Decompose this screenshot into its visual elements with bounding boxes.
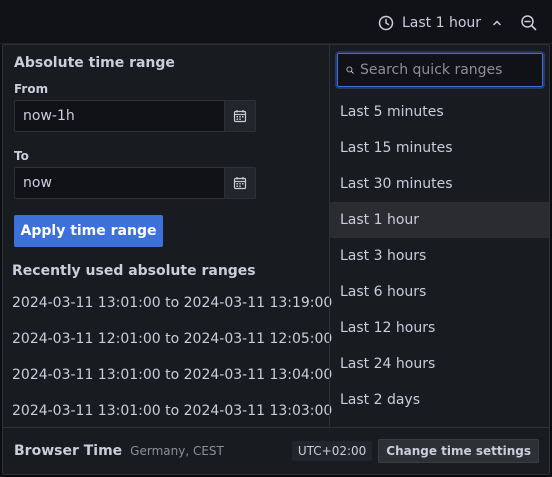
calendar-icon — [233, 110, 247, 123]
quick-ranges-search — [337, 53, 543, 87]
change-time-settings-button[interactable]: Change time settings — [378, 439, 539, 463]
from-field — [14, 100, 256, 132]
quick-ranges-pane: Last 5 minutes Last 15 minutes Last 30 m… — [329, 45, 549, 427]
search-icon — [346, 66, 354, 74]
chevron-up-icon — [493, 20, 501, 26]
clock-icon — [378, 15, 394, 31]
to-label: To — [14, 149, 29, 163]
from-label: From — [14, 82, 49, 96]
recent-range-item[interactable]: 2024-03-11 13:01:00 to 2024-03-11 13:04:… — [12, 357, 332, 393]
to-field — [14, 167, 256, 199]
utc-offset-badge: UTC+02:00 — [291, 441, 373, 461]
absolute-range-pane: Absolute time range From To — [3, 45, 332, 429]
quick-range-item[interactable]: Last 30 minutes — [330, 166, 549, 202]
time-picker-button[interactable]: Last 1 hour — [370, 8, 510, 38]
recent-ranges-list: 2024-03-11 13:01:00 to 2024-03-11 13:19:… — [12, 285, 332, 429]
to-calendar-button[interactable] — [224, 167, 256, 199]
time-picker-label: Last 1 hour — [402, 15, 482, 31]
quick-ranges-search-input[interactable] — [360, 62, 534, 78]
calendar-icon — [233, 177, 247, 190]
from-calendar-button[interactable] — [224, 100, 256, 132]
quick-range-item[interactable]: Last 5 minutes — [330, 94, 549, 130]
recent-ranges-title: Recently used absolute ranges — [12, 263, 256, 279]
recent-range-item[interactable]: 2024-03-11 13:01:00 to 2024-03-11 13:03:… — [12, 393, 332, 429]
recent-range-item[interactable]: 2024-03-11 12:01:00 to 2024-03-11 12:05:… — [12, 321, 332, 357]
quick-ranges-list: Last 5 minutes Last 15 minutes Last 30 m… — [330, 94, 549, 418]
timezone-name: Germany, CEST — [130, 444, 224, 458]
zoom-out-button[interactable] — [518, 12, 540, 34]
quick-range-item[interactable]: Last 12 hours — [330, 310, 549, 346]
quick-range-item[interactable]: Last 15 minutes — [330, 130, 549, 166]
absolute-range-title: Absolute time range — [14, 55, 175, 71]
quick-range-item[interactable]: Last 24 hours — [330, 346, 549, 382]
apply-time-range-button[interactable]: Apply time range — [14, 215, 163, 247]
top-toolbar: Last 1 hour — [0, 0, 552, 44]
quick-range-item[interactable]: Last 6 hours — [330, 274, 549, 310]
recent-range-item[interactable]: 2024-03-11 13:01:00 to 2024-03-11 13:19:… — [12, 285, 332, 321]
quick-range-item[interactable]: Last 2 days — [330, 382, 549, 418]
time-range-popover: Absolute time range From To — [2, 44, 550, 475]
from-input[interactable] — [14, 100, 224, 132]
to-input[interactable] — [14, 167, 224, 199]
time-settings-footer: Browser Time Germany, CEST UTC+02:00 Cha… — [3, 427, 549, 474]
quick-range-item[interactable]: Last 3 hours — [330, 238, 549, 274]
quick-range-item-selected[interactable]: Last 1 hour — [330, 202, 549, 238]
browser-time-label: Browser Time — [14, 443, 123, 459]
zoom-out-icon — [521, 15, 537, 31]
